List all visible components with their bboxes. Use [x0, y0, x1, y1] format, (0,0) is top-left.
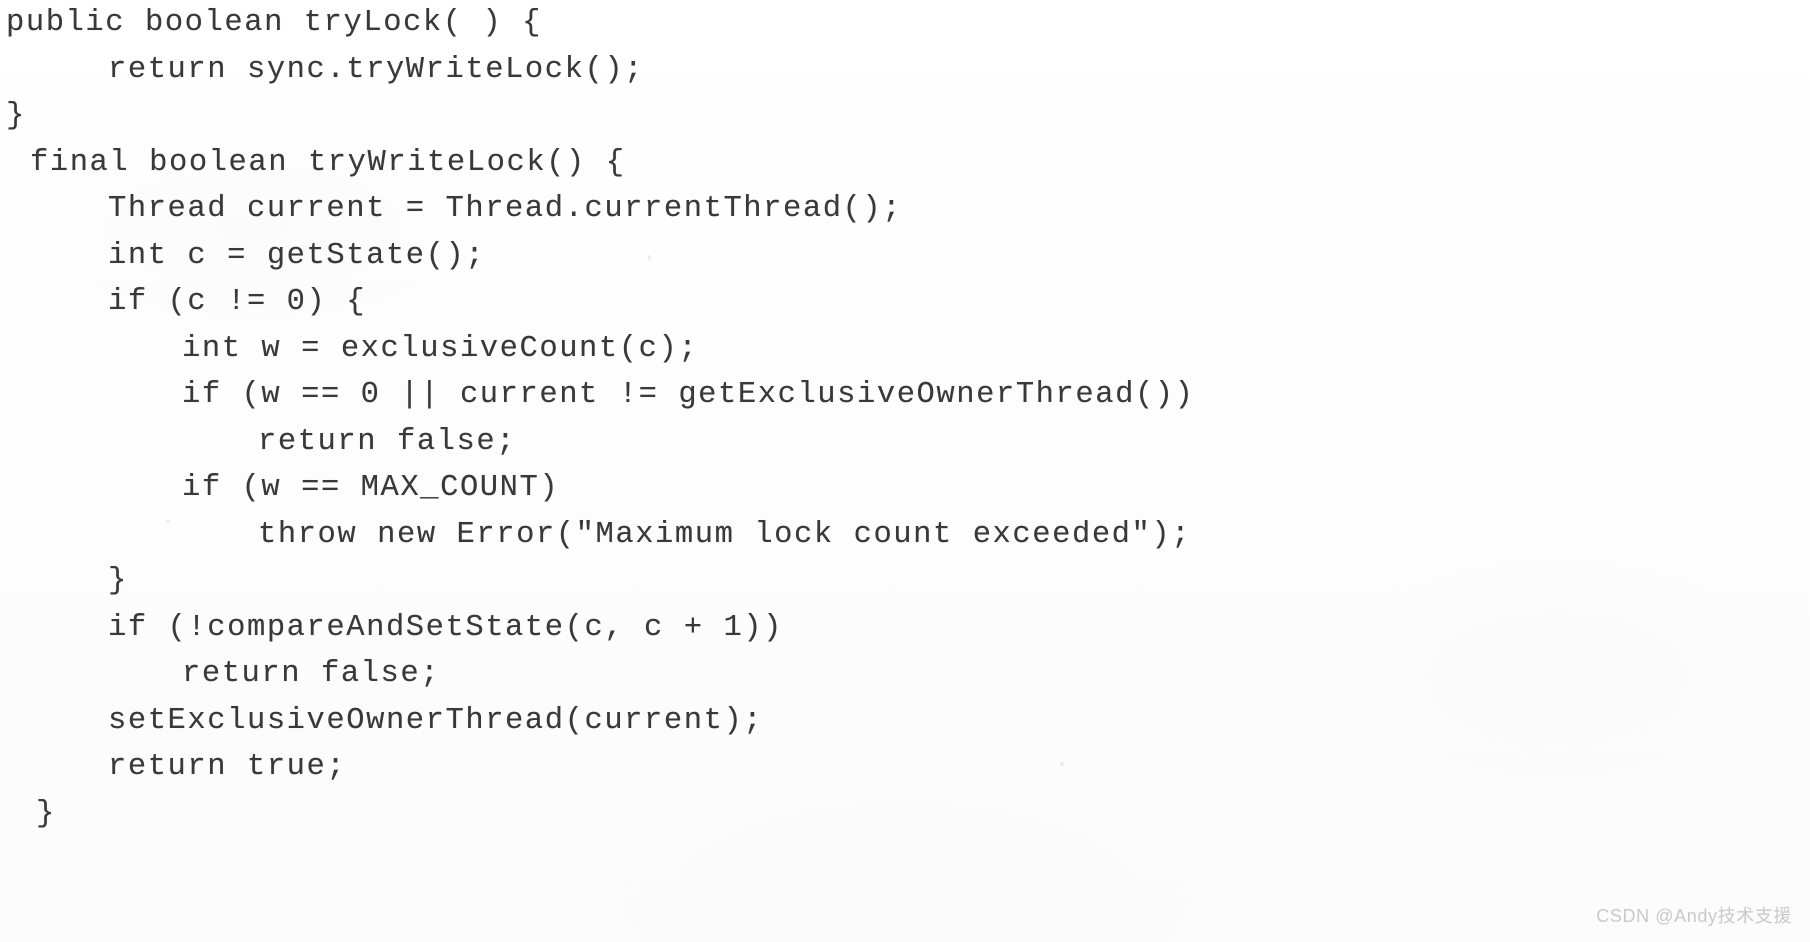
code-line: if (w == MAX_COUNT) [182, 471, 560, 505]
code-line: throw new Error("Maximum lock count exce… [258, 517, 1192, 552]
csdn-watermark: CSDN @Andy技术支援 [1596, 906, 1792, 926]
code-line: final boolean tryWriteLock() { [30, 145, 626, 180]
code-line: return true; [108, 750, 347, 784]
scanned-page: public boolean tryLock( ) { return sync.t… [0, 0, 1810, 942]
code-line: if (c != 0) { [108, 285, 367, 319]
code-line: if (w == 0 || current != getExclusiveOwn… [182, 378, 1195, 412]
code-line: } [6, 99, 26, 133]
code-line: int w = exclusiveCount(c); [182, 331, 699, 366]
code-listing: public boolean tryLock( ) { return sync.t… [0, 0, 1810, 837]
code-line: } [36, 796, 56, 831]
code-line: if (!compareAndSetState(c, c + 1)) [108, 610, 784, 645]
code-line: setExclusiveOwnerThread(current); [108, 703, 764, 738]
code-line: int c = getState(); [108, 238, 486, 273]
code-line: public boolean tryLock( ) { [6, 6, 543, 40]
code-line: Thread current = Thread.currentThread(); [108, 192, 903, 226]
code-line: return false; [258, 424, 517, 459]
code-line: return false; [182, 657, 441, 691]
code-line: } [108, 564, 128, 598]
code-line: return sync.tryWriteLock(); [108, 52, 645, 87]
